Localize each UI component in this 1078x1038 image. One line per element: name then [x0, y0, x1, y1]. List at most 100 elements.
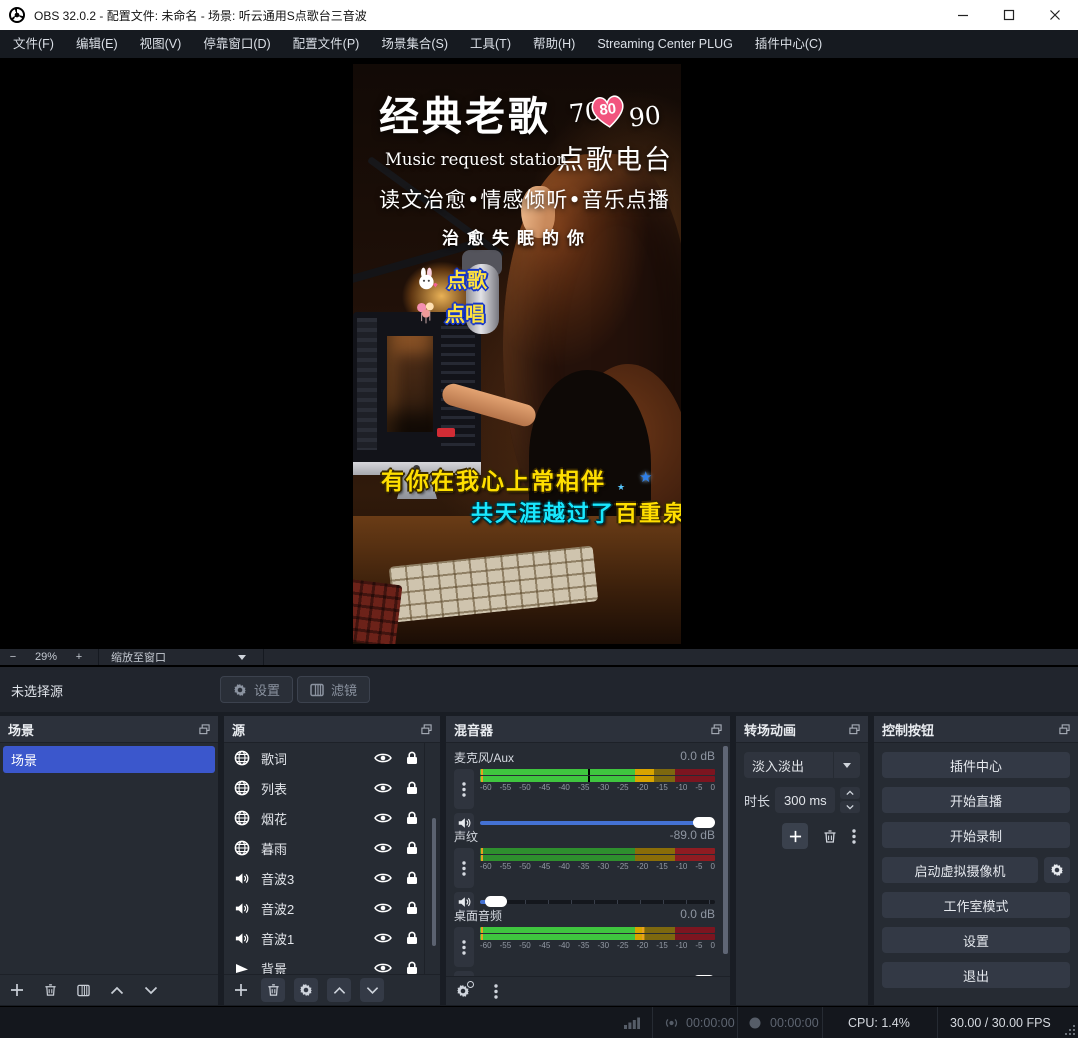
zoom-out-button[interactable]: − — [0, 651, 26, 663]
move-source-up-button[interactable] — [327, 978, 351, 1002]
meter-mark — [481, 934, 483, 940]
sources-scrollbar[interactable] — [432, 818, 436, 946]
zoom-fit-label[interactable]: 缩放至窗口 — [105, 649, 227, 665]
source-row[interactable]: 列表 — [224, 773, 440, 803]
slider-handle[interactable] — [485, 896, 507, 907]
channel-menu-button[interactable] — [454, 848, 474, 888]
channel-menu-button[interactable] — [454, 927, 474, 967]
source-row[interactable]: 背景 — [224, 953, 440, 975]
resize-grip[interactable] — [1066, 1026, 1075, 1035]
move-scene-down-button[interactable] — [144, 986, 158, 995]
start-recording-button[interactable]: 开始录制 — [882, 822, 1070, 848]
lock-toggle[interactable] — [406, 961, 418, 975]
menu-item-10[interactable]: 插件中心(C) — [744, 30, 833, 58]
controls-panel-title: 控制按钮 — [882, 720, 934, 739]
add-source-button[interactable] — [234, 983, 248, 997]
scenes-toolbar — [0, 974, 218, 1005]
advanced-audio-button[interactable] — [456, 984, 470, 998]
menu-item-8[interactable]: 帮助(H) — [522, 30, 586, 58]
add-scene-button[interactable] — [10, 983, 24, 997]
visibility-toggle[interactable] — [374, 812, 392, 824]
meter-mark — [481, 855, 483, 861]
visibility-toggle[interactable] — [374, 752, 392, 764]
visibility-toggle[interactable] — [374, 902, 392, 914]
popout-icon[interactable] — [711, 724, 722, 735]
menu-item-9[interactable]: Streaming Center PLUG — [586, 30, 743, 58]
lock-toggle[interactable] — [406, 871, 418, 885]
visibility-toggle[interactable] — [374, 962, 392, 974]
menu-item-7[interactable]: 工具(T) — [459, 30, 522, 58]
lock-toggle[interactable] — [406, 901, 418, 915]
volume-slider[interactable] — [480, 821, 715, 825]
source-properties-button[interactable]: 设置 — [220, 676, 293, 703]
virtual-camera-button[interactable]: 启动虚拟摄像机 — [882, 857, 1038, 883]
menu-item-3[interactable]: 视图(V) — [129, 30, 193, 58]
visibility-toggle[interactable] — [374, 842, 392, 854]
peak-indicator — [588, 776, 590, 782]
visibility-toggle[interactable] — [374, 872, 392, 884]
transition-select[interactable]: 淡入淡出 — [744, 752, 860, 778]
source-label: 音波3 — [261, 869, 374, 888]
popout-icon[interactable] — [421, 724, 432, 735]
popout-icon[interactable] — [199, 724, 210, 735]
channel-menu-button[interactable] — [454, 769, 474, 809]
preview-canvas[interactable]: 经典老歌 70 80 90 Music request station 点歌电台… — [0, 58, 1078, 648]
source-row[interactable]: 音波3 — [224, 863, 440, 893]
menu-item-1[interactable]: 文件(F) — [2, 30, 65, 58]
mixer-channel-mic-aux: 麦克风/Aux0.0 dB-60-55-50-45-40-35-30-25-20… — [446, 743, 730, 821]
source-row[interactable]: 音波1 — [224, 923, 440, 953]
source-row[interactable]: 烟花 — [224, 803, 440, 833]
source-row[interactable]: 音波2 — [224, 893, 440, 923]
remove-source-button[interactable] — [261, 978, 285, 1002]
source-filters-button[interactable]: 滤镜 — [297, 676, 370, 703]
sources-panel: 源 歌词列表烟花暮雨音波3音波2音波1背景 — [224, 716, 440, 1005]
menu-item-4[interactable]: 停靠窗口(D) — [192, 30, 281, 58]
zoom-in-button[interactable]: + — [66, 651, 92, 663]
meter-mark — [642, 927, 644, 933]
source-row[interactable]: 歌词 — [224, 743, 440, 773]
spin-down-button[interactable] — [840, 801, 860, 813]
popout-icon[interactable] — [849, 724, 860, 735]
studio-mode-button[interactable]: 工作室模式 — [882, 892, 1070, 918]
dock-area: 场景 场景 源 歌词列表烟花暮雨音波3音波2音波1背景 混音器 — [0, 712, 1078, 1006]
scene-filters-button[interactable] — [77, 984, 90, 997]
popout-icon[interactable] — [1059, 724, 1070, 735]
lock-toggle[interactable] — [406, 931, 418, 945]
transition-menu-button[interactable] — [852, 829, 856, 844]
plugin-center-button[interactable]: 插件中心 — [882, 752, 1070, 778]
lock-toggle[interactable] — [406, 751, 418, 765]
add-transition-button[interactable] — [782, 823, 808, 849]
exit-button[interactable]: 退出 — [882, 962, 1070, 988]
move-source-down-button[interactable] — [360, 978, 384, 1002]
close-button[interactable] — [1032, 0, 1078, 30]
source-properties-toolbar-button[interactable] — [294, 978, 318, 1002]
menu-item-6[interactable]: 场景集合(S) — [370, 30, 459, 58]
mixer-menu-button[interactable] — [494, 984, 498, 999]
menu-item-2[interactable]: 编辑(E) — [65, 30, 129, 58]
duration-input[interactable]: 300 ms — [775, 787, 835, 813]
minimize-button[interactable] — [940, 0, 986, 30]
maximize-button[interactable] — [986, 0, 1032, 30]
spin-up-button[interactable] — [840, 787, 860, 799]
source-row[interactable]: 暮雨 — [224, 833, 440, 863]
virtual-camera-settings-button[interactable] — [1044, 857, 1070, 883]
menu-item-5[interactable]: 配置文件(P) — [282, 30, 371, 58]
remove-transition-button[interactable] — [823, 829, 837, 844]
zoom-dropdown-button[interactable] — [227, 655, 257, 660]
lock-toggle[interactable] — [406, 841, 418, 855]
status-bar: 00:00:00 00:00:00 CPU: 1.4% 30.00 / 30.0… — [0, 1006, 1078, 1038]
bitrate-bars-icon — [624, 1017, 640, 1029]
move-scene-up-button[interactable] — [110, 986, 124, 995]
visibility-toggle[interactable] — [374, 782, 392, 794]
start-streaming-button[interactable]: 开始直播 — [882, 787, 1070, 813]
remove-scene-button[interactable] — [44, 983, 57, 997]
meter-mark — [481, 769, 483, 775]
scene-item[interactable]: 场景 — [3, 746, 215, 773]
lock-toggle[interactable] — [406, 781, 418, 795]
mixer-scrollbar[interactable] — [723, 746, 728, 954]
visibility-toggle[interactable] — [374, 932, 392, 944]
slider-handle[interactable] — [693, 817, 715, 828]
settings-button[interactable]: 设置 — [882, 927, 1070, 953]
volume-slider[interactable] — [480, 900, 715, 904]
lock-toggle[interactable] — [406, 811, 418, 825]
